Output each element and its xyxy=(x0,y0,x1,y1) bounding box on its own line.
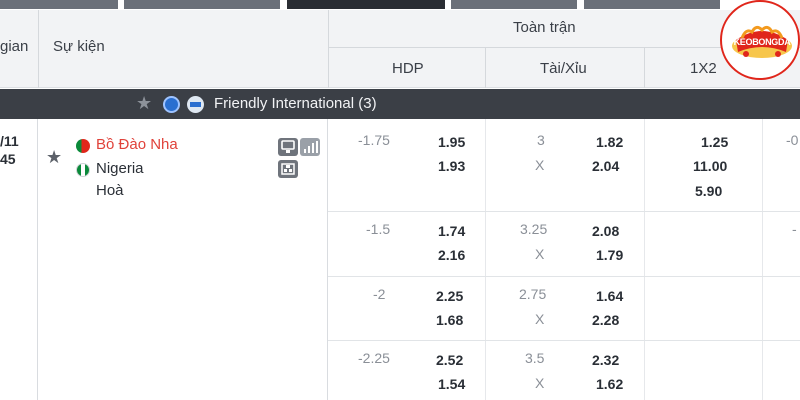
stats-icon[interactable] xyxy=(300,138,320,156)
full-match-header: Toàn trận xyxy=(513,19,576,36)
odds-row: -1.5 1.74 2.16 3.25 X 2.08 1.79 - xyxy=(328,212,800,277)
odds-table-header: gian Sự kiện Toàn trận HDP Tài/Xỉu 1X2 xyxy=(0,10,800,88)
next-market-line: - xyxy=(792,221,797,237)
1x2-home-odd[interactable]: 1.25 xyxy=(701,134,728,150)
hdp-home-odd[interactable]: 1.74 xyxy=(438,223,465,239)
fifa-globe-icon xyxy=(163,96,180,113)
ou-over-odd[interactable]: 2.32 xyxy=(592,352,619,368)
top-tab[interactable] xyxy=(584,0,720,9)
1x2-column-header: 1X2 xyxy=(690,60,717,77)
odds-area: -1.75 1.95 1.93 3 X 1.82 2.04 1.25 11.00… xyxy=(328,119,800,400)
brand-logo-text: KEOBONGDA xyxy=(733,37,791,47)
hdp-line: -2 xyxy=(373,286,386,302)
hdp-home-odd[interactable]: 2.52 xyxy=(436,352,463,368)
nigeria-flag-icon xyxy=(76,163,90,177)
top-tab[interactable] xyxy=(0,0,118,9)
hdp-line: -1.75 xyxy=(358,132,390,148)
away-team-name[interactable]: Nigeria xyxy=(96,160,144,177)
odds-row: -2 2.25 1.68 2.75 X 1.64 2.28 xyxy=(328,277,800,341)
ou-over-odd[interactable]: 1.82 xyxy=(596,134,623,150)
odds-row: -2.25 2.52 1.54 3.5 X 2.32 1.62 xyxy=(328,341,800,400)
top-tab[interactable] xyxy=(124,0,280,9)
top-tab-strip xyxy=(0,0,800,10)
next-market-line: -0 xyxy=(786,132,799,148)
1x2-draw-odd[interactable]: 11.00 xyxy=(693,158,727,174)
portugal-flag-icon xyxy=(76,139,90,153)
ou-x-label: X xyxy=(535,375,545,391)
hdp-away-odd[interactable]: 1.54 xyxy=(438,376,465,392)
hdp-away-odd[interactable]: 2.16 xyxy=(438,247,465,263)
ou-line: 3.5 xyxy=(525,350,545,366)
hdp-home-odd[interactable]: 1.95 xyxy=(438,134,465,150)
odds-row: -1.75 1.95 1.93 3 X 1.82 2.04 1.25 11.00… xyxy=(328,119,800,212)
star-icon[interactable]: ★ xyxy=(136,93,152,114)
hdp-away-odd[interactable]: 1.93 xyxy=(438,158,465,174)
hdp-line: -1.5 xyxy=(366,221,391,237)
favorite-star-icon[interactable]: ★ xyxy=(46,147,62,168)
ou-line: 3 xyxy=(537,132,545,148)
ou-line: 3.25 xyxy=(520,221,548,237)
top-tab[interactable] xyxy=(451,0,577,9)
ou-x-label: X xyxy=(535,157,545,173)
ou-line: 2.75 xyxy=(519,286,547,302)
ou-under-odd[interactable]: 1.79 xyxy=(596,247,623,263)
ou-x-label: X xyxy=(535,311,545,327)
event-cell: ★ Bồ Đào Nha Nigeria Hoà xyxy=(38,119,328,400)
brand-logo: KEOBONGDA xyxy=(720,0,800,80)
hdp-home-odd[interactable]: 2.25 xyxy=(436,288,463,304)
ou-under-odd[interactable]: 1.62 xyxy=(596,376,623,392)
home-team-name[interactable]: Bồ Đào Nha xyxy=(96,136,178,153)
ou-over-odd[interactable]: 2.08 xyxy=(592,223,619,239)
ou-over-odd[interactable]: 1.64 xyxy=(596,288,623,304)
hdp-line: -2.25 xyxy=(358,350,390,366)
hdp-column-header: HDP xyxy=(392,60,424,77)
fifa-badge-icon xyxy=(187,96,204,113)
match-time: /11 45 xyxy=(0,119,38,400)
league-bar[interactable]: ★ Friendly International (3) xyxy=(0,89,800,119)
hdp-away-odd[interactable]: 1.68 xyxy=(436,312,463,328)
match-kickoff-time: 45 xyxy=(0,151,16,167)
time-column-header: gian xyxy=(0,38,29,55)
live-tv-icon[interactable] xyxy=(278,138,298,156)
event-column-header: Sự kiện xyxy=(53,38,105,55)
ou-under-odd[interactable]: 2.04 xyxy=(592,158,619,174)
draw-label: Hoà xyxy=(96,182,124,199)
1x2-away-odd[interactable]: 5.90 xyxy=(695,183,722,199)
match-date: /11 xyxy=(0,133,19,149)
lineup-icon[interactable] xyxy=(278,160,298,178)
over-under-column-header: Tài/Xỉu xyxy=(540,60,587,77)
ou-x-label: X xyxy=(535,246,545,262)
ou-under-odd[interactable]: 2.28 xyxy=(592,312,619,328)
top-tab-active[interactable] xyxy=(287,0,445,9)
league-name: Friendly International (3) xyxy=(214,95,377,112)
